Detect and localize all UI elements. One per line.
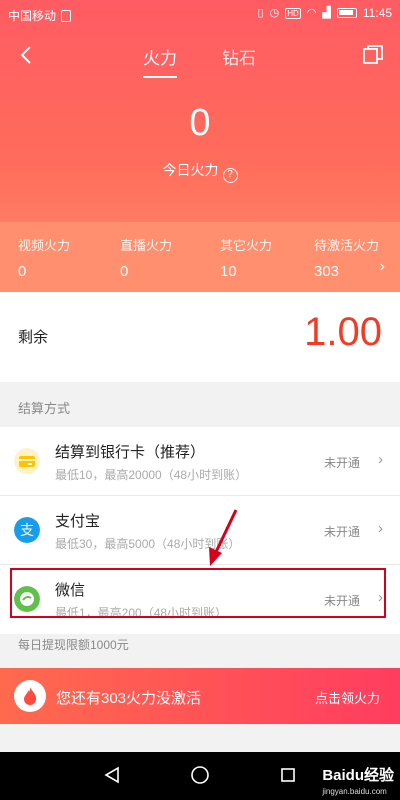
watermark-brand: Baidu经验 bbox=[322, 767, 394, 784]
system-nav-bar: Baidu经验 jingyan.baidu.com bbox=[0, 752, 400, 800]
chevron-right-icon: › bbox=[378, 451, 383, 468]
firepower-stats[interactable]: 视频火力 0 直播火力 0 其它火力 10 待激活火力 303 › bbox=[0, 222, 400, 292]
svg-text:支: 支 bbox=[20, 523, 34, 539]
wechat-highlight-box bbox=[10, 568, 386, 618]
clock: 11:45 bbox=[362, 6, 392, 20]
daily-limit: 每日提现限额1000元 bbox=[18, 638, 129, 652]
records-icon bbox=[363, 45, 383, 64]
method-limits: 最低30，最高5000（48小时到账） bbox=[55, 537, 241, 551]
watermark-url: jingyan.baidu.com bbox=[322, 787, 387, 796]
stat-other: 其它火力 10 bbox=[220, 235, 272, 280]
vibrate-icon: ▯ bbox=[257, 7, 264, 19]
today-firepower-label: 今日火力? bbox=[0, 160, 400, 183]
sim-icon bbox=[61, 9, 72, 22]
stat-value: 0 bbox=[120, 263, 129, 280]
stat-value: 10 bbox=[220, 263, 237, 280]
nav-recents-button[interactable] bbox=[276, 763, 300, 787]
settlement-title: 结算方式 bbox=[18, 401, 71, 416]
stat-pending: 待激活火力 303 bbox=[314, 235, 379, 280]
stat-label: 其它火力 bbox=[220, 238, 273, 253]
carrier-info: 中国移动 bbox=[8, 7, 72, 24]
help-icon[interactable]: ? bbox=[222, 168, 238, 183]
remaining-value: 1.00 bbox=[304, 310, 382, 354]
claim-firepower-button[interactable]: 点击领火力 bbox=[311, 685, 384, 710]
method-limits: 最低10，最高20000（48小时到账） bbox=[55, 468, 248, 482]
status-icons: ▯ ◷ HD ◠ ▟ 11:45 bbox=[258, 6, 392, 20]
nav-back-button[interactable] bbox=[100, 763, 124, 787]
back-button[interactable] bbox=[12, 40, 40, 70]
baidu-watermark: Baidu经验 jingyan.baidu.com bbox=[322, 764, 394, 796]
tab-diamond[interactable]: 钻石 bbox=[222, 44, 256, 69]
back-arrow-icon bbox=[20, 46, 31, 64]
alipay-icon: 支 bbox=[14, 517, 40, 543]
stat-live: 直播火力 0 bbox=[120, 235, 172, 280]
stat-label: 待激活火力 bbox=[314, 238, 380, 253]
top-nav: 火力 钻石 bbox=[0, 40, 400, 78]
nav-home-button[interactable] bbox=[188, 763, 212, 787]
today-firepower-text: 今日火力 bbox=[162, 162, 219, 178]
method-title: 支付宝 bbox=[55, 513, 101, 530]
battery-icon bbox=[336, 8, 357, 18]
alarm-icon: ◷ bbox=[269, 7, 280, 19]
activation-text: 您还有303火力没激活 bbox=[56, 690, 202, 707]
records-button[interactable] bbox=[360, 42, 386, 68]
method-status: 未开通 bbox=[323, 456, 360, 470]
chevron-right-icon: › bbox=[379, 258, 385, 275]
method-title: 结算到银行卡（推荐） bbox=[55, 444, 206, 461]
tab-firepower[interactable]: 火力 bbox=[143, 44, 177, 78]
header: 中国移动 ▯ ◷ HD ◠ ▟ 11:45 火力 钻石 0 今日火力 ? 视频火… bbox=[0, 0, 400, 292]
stat-value: 303 bbox=[314, 263, 340, 280]
chevron-right-icon: › bbox=[378, 520, 383, 537]
today-firepower-value: 0 bbox=[189, 102, 211, 144]
status-bar: 中国移动 ▯ ◷ HD ◠ ▟ 11:45 bbox=[0, 0, 400, 30]
method-status: 未开通 bbox=[323, 525, 360, 539]
method-bank-card[interactable]: 结算到银行卡（推荐） 最低10，最高20000（48小时到账） 未开通 › bbox=[0, 427, 400, 496]
remaining-balance: 剩余 1.00 bbox=[0, 292, 400, 382]
remaining-label: 剩余 bbox=[18, 329, 49, 346]
stat-label: 直播火力 bbox=[120, 238, 173, 253]
method-alipay[interactable]: 支 支付宝 最低30，最高5000（48小时到账） 未开通 › bbox=[0, 496, 400, 565]
carrier-name: 中国移动 bbox=[8, 9, 57, 23]
stat-label: 视频火力 bbox=[18, 238, 71, 253]
bank-card-icon bbox=[14, 448, 40, 474]
home-circle-icon bbox=[191, 766, 209, 784]
signal-icon: ▟ bbox=[322, 7, 331, 19]
hd-icon: HD bbox=[285, 7, 301, 19]
stat-video: 视频火力 0 bbox=[18, 235, 70, 280]
stat-value: 0 bbox=[18, 263, 27, 280]
triangle-back-icon bbox=[104, 766, 119, 784]
fire-icon bbox=[14, 680, 46, 712]
activation-banner[interactable]: 您还有303火力没激活 点击领火力 bbox=[0, 668, 400, 724]
wifi-icon: ◠ bbox=[306, 7, 317, 19]
recents-square-icon bbox=[281, 768, 295, 782]
